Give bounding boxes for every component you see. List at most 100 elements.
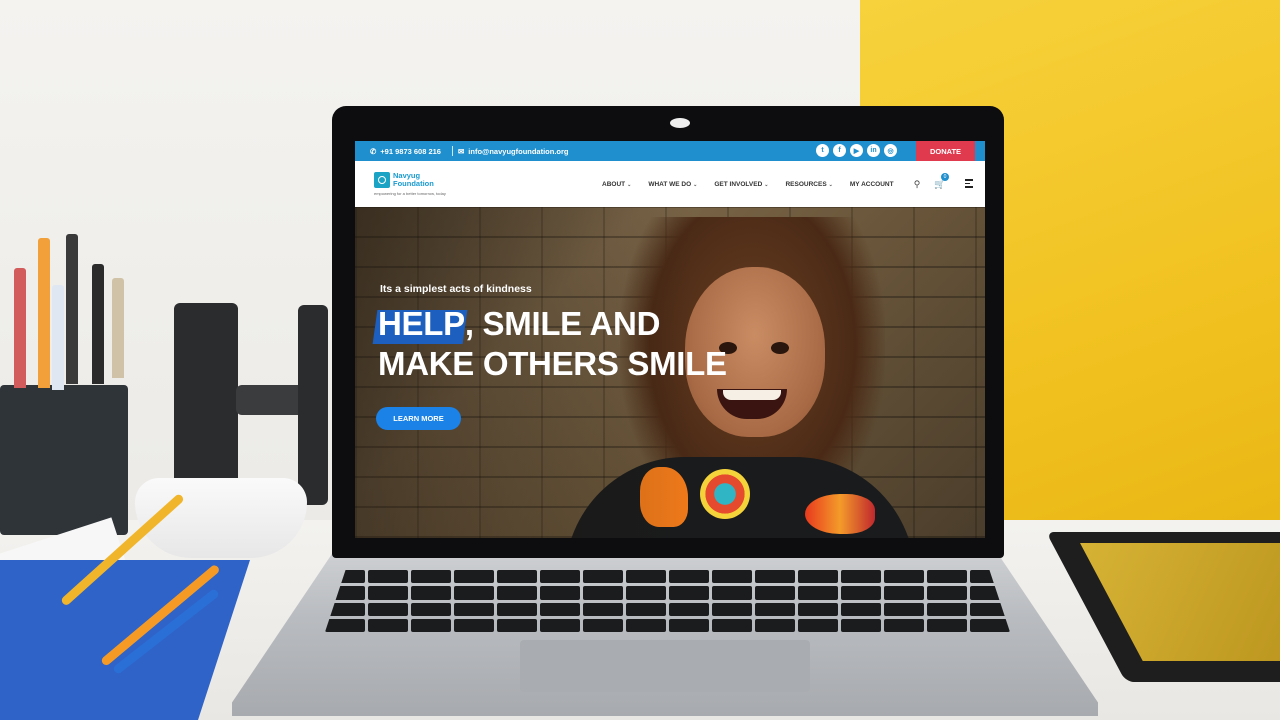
keyboard-key (497, 618, 537, 632)
keyboard-key (755, 570, 795, 584)
keyboard-key (927, 570, 967, 584)
keyboard-key (454, 602, 494, 616)
keyboard-key (626, 602, 666, 616)
contact-topbar: ✆ +91 9873 608 216 ✉ info@navyugfoundati… (355, 141, 985, 161)
menu-toggle-icon[interactable] (965, 179, 973, 188)
keyboard-key (755, 602, 795, 616)
keyboard-key (669, 618, 709, 632)
instagram-icon[interactable]: ◎ (884, 144, 897, 157)
hero-banner: Its a simplest acts of kindness HELP, SM… (355, 207, 985, 538)
keyboard-key (884, 602, 924, 616)
keyboard-key (755, 586, 795, 600)
keyboard-key (712, 586, 752, 600)
keyboard-key (841, 602, 881, 616)
keyboard-key (927, 602, 967, 616)
cart-icon[interactable]: 🛒 0 (933, 173, 949, 191)
keyboard-key (540, 586, 580, 600)
keyboard-key (669, 570, 709, 584)
keyboard-key (927, 618, 967, 632)
highlight-text: HELP (378, 305, 465, 342)
fish-toy (805, 494, 875, 534)
topbar-divider (452, 146, 453, 156)
nav-item-get-involved[interactable]: GET INVOLVED ⌄ (714, 181, 768, 188)
keyboard-key (368, 602, 408, 616)
keyboard-key (626, 570, 666, 584)
email-contact[interactable]: ✉ info@navyugfoundation.org (458, 141, 569, 161)
nav-item-what-we-do[interactable]: WHAT WE DO ⌄ (648, 181, 697, 188)
linkedin-icon[interactable]: in (867, 144, 880, 157)
keyboard-key (798, 586, 838, 600)
nav-item-resources[interactable]: RESOURCES ⌄ (785, 181, 832, 188)
keyboard-key (540, 618, 580, 632)
keyboard-key (841, 570, 881, 584)
keyboard-key (411, 618, 451, 632)
main-navigation: Navyug Foundation empowering for a bette… (355, 161, 985, 207)
red-pen (14, 268, 26, 388)
nav-item-label: RESOURCES (785, 180, 827, 188)
nav-menu: ABOUT ⌄ WHAT WE DO ⌄ GET INVOLVED ⌄ RESOURC… (602, 161, 911, 207)
keyboard-key (755, 618, 795, 632)
keyboard-key (411, 570, 451, 584)
keyboard-key (325, 618, 365, 632)
keyboard-key (798, 602, 838, 616)
hero-title-line2: MAKE OTHERS SMILE (378, 345, 727, 382)
phone-number: +91 9873 608 216 (380, 146, 441, 156)
keyboard-key (454, 586, 494, 600)
facebook-icon[interactable]: f (833, 144, 846, 157)
keyboard-key (669, 602, 709, 616)
social-links: t f ▶ in ◎ (816, 144, 897, 157)
nav-item-label: MY ACCOUNT (849, 180, 894, 188)
nav-item-label: WHAT WE DO (648, 180, 692, 188)
keyboard-key (497, 586, 537, 600)
keyboard-key (927, 586, 967, 600)
site-logo[interactable]: Navyug Foundation (374, 172, 439, 188)
keyboard-key (884, 618, 924, 632)
highlighter-pen (52, 285, 64, 390)
nav-item-my-account[interactable]: MY ACCOUNT (850, 181, 894, 188)
keyboard-key (540, 570, 580, 584)
hero-title: HELP, SMILE AND MAKE OTHERS SMILE (378, 304, 727, 384)
laptop-screen: ✆ +91 9873 608 216 ✉ info@navyugfoundati… (355, 141, 985, 538)
keyboard-key (454, 570, 494, 584)
logo-tagline: empowering for a better tomorrow, today (374, 191, 446, 196)
search-icon[interactable]: ⚲ (910, 177, 924, 191)
keyboard-key (368, 570, 408, 584)
keyboard-key (411, 602, 451, 616)
phone-contact[interactable]: ✆ +91 9873 608 216 (370, 141, 441, 161)
keyboard-key (970, 618, 1010, 632)
child-eye-right (771, 342, 789, 354)
keyboard-key (497, 602, 537, 616)
laptop-trackpad (520, 640, 810, 692)
twitter-icon[interactable]: t (816, 144, 829, 157)
keyboard-key (841, 586, 881, 600)
binocular-bridge (236, 385, 306, 415)
child-teeth (723, 390, 781, 400)
nav-item-label: ABOUT (602, 180, 626, 188)
keyboard-key (626, 586, 666, 600)
keyboard-key (583, 602, 623, 616)
keyboard-key (798, 618, 838, 632)
laptop-keyboard (325, 570, 1010, 632)
keyboard-key (454, 618, 494, 632)
keyboard-key (497, 570, 537, 584)
nav-item-about[interactable]: ABOUT ⌄ (602, 181, 631, 188)
youtube-icon[interactable]: ▶ (850, 144, 863, 157)
keyboard-key (884, 570, 924, 584)
email-address: info@navyugfoundation.org (468, 146, 569, 156)
donate-button[interactable]: DONATE (916, 141, 975, 161)
hero-title-highlight: HELP (378, 304, 465, 344)
learn-more-button[interactable]: LEARN MORE (376, 407, 461, 430)
keyboard-key (540, 602, 580, 616)
keyboard-key (669, 586, 709, 600)
email-icon: ✉ (458, 146, 465, 156)
pen-holder (0, 385, 128, 535)
keyboard-key (712, 602, 752, 616)
chevron-down-icon: ⌄ (627, 181, 632, 188)
pencil (112, 278, 124, 378)
chevron-down-icon: ⌄ (764, 181, 769, 188)
chevron-down-icon: ⌄ (828, 181, 833, 188)
cart-count-badge: 0 (941, 173, 949, 181)
keyboard-key (583, 586, 623, 600)
drum-toy (700, 469, 750, 519)
keyboard-key (583, 618, 623, 632)
